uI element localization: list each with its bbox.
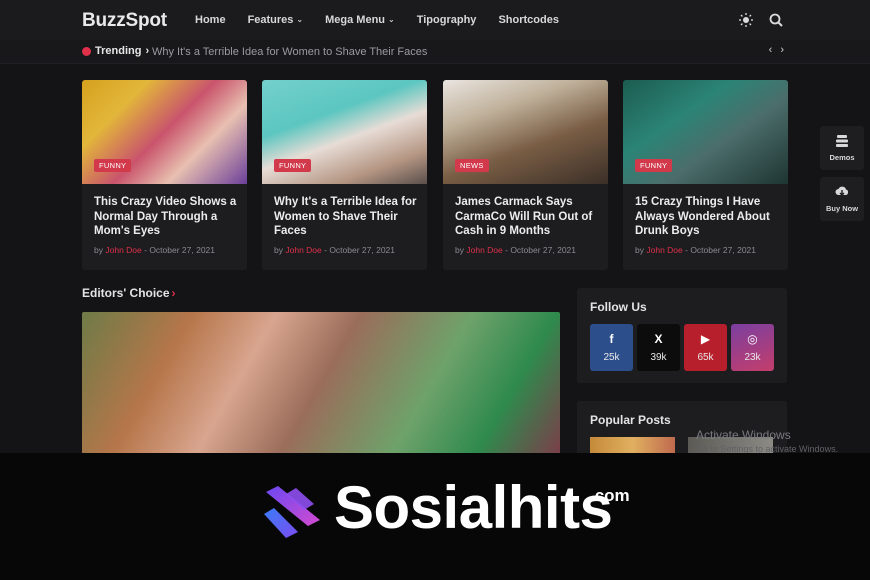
post-date: - October 27, 2021 <box>685 245 757 255</box>
post-author[interactable]: John Doe <box>285 245 321 255</box>
trending-dot-icon <box>82 46 91 56</box>
category-badge[interactable]: FUNNY <box>635 159 673 172</box>
trending-bar: Trending › Why It's a Terrible Idea for … <box>0 40 870 64</box>
header-icons <box>738 12 784 28</box>
post-card[interactable]: NEWS James Carmack Says CarmaCo Will Run… <box>443 80 608 270</box>
post-author[interactable]: John Doe <box>646 245 682 255</box>
brand-name: Sosialhits <box>334 474 613 541</box>
post-card[interactable]: FUNNY Why It's a Terrible Idea for Women… <box>262 80 427 270</box>
meta-by: by <box>274 245 283 255</box>
nav-item-mega-menu[interactable]: Mega Menu ⌄ <box>325 14 395 26</box>
post-date: - October 27, 2021 <box>144 245 216 255</box>
nav-item-label: Shortcodes <box>498 14 559 26</box>
post-card[interactable]: FUNNY This Crazy Video Shows a Normal Da… <box>82 80 247 270</box>
stack-icon <box>835 134 849 148</box>
youtube-button[interactable]: ▶ 65k <box>684 324 727 371</box>
demos-button[interactable]: Demos <box>820 126 864 170</box>
site-logo[interactable]: BuzzSpot <box>82 10 167 32</box>
follower-count: 25k <box>603 352 620 363</box>
post-author[interactable]: John Doe <box>466 245 502 255</box>
meta-by: by <box>455 245 464 255</box>
main-nav: Home Features ⌄ Mega Menu ⌄ Tipography Sho… <box>195 14 581 26</box>
trending-text: Trending <box>95 45 142 57</box>
post-meta: by John Doe - October 27, 2021 <box>274 245 395 255</box>
brand-tld: .com <box>590 486 630 505</box>
demos-label: Demos <box>829 153 855 162</box>
buy-now-button[interactable]: Buy Now <box>820 177 864 221</box>
editors-choice-heading[interactable]: Editors' Choice › <box>82 286 176 300</box>
follower-count: 39k <box>650 352 667 363</box>
chevron-right-icon: › <box>171 286 176 300</box>
chevron-down-icon: ⌄ <box>296 14 304 24</box>
follower-count: 23k <box>744 352 761 363</box>
follow-us-widget: Follow Us f 25k X 39k ▶ 65k ◎ 23k <box>577 288 787 383</box>
instagram-icon: ◎ <box>747 332 758 346</box>
trending-headline[interactable]: Why It's a Terrible Idea for Women to Sh… <box>152 46 427 58</box>
facebook-icon: f <box>609 332 614 346</box>
chevron-right-icon: › <box>145 45 150 57</box>
trending-label: Trending › <box>82 45 149 57</box>
category-badge[interactable]: NEWS <box>455 159 489 172</box>
nav-item-tipography[interactable]: Tipography <box>417 14 477 26</box>
category-badge[interactable]: FUNNY <box>274 159 312 172</box>
post-meta: by John Doe - October 27, 2021 <box>635 245 756 255</box>
buy-now-label: Buy Now <box>825 204 859 213</box>
prev-arrow-icon[interactable]: ‹ <box>769 44 773 56</box>
nav-item-shortcodes[interactable]: Shortcodes <box>498 14 559 26</box>
follower-count: 65k <box>697 352 714 363</box>
nav-item-features[interactable]: Features ⌄ <box>248 14 304 26</box>
cloud-download-icon <box>835 185 849 199</box>
facebook-button[interactable]: f 25k <box>590 324 633 371</box>
post-meta: by John Doe - October 27, 2021 <box>455 245 576 255</box>
meta-by: by <box>635 245 644 255</box>
nav-item-label: Features <box>247 14 294 26</box>
sosialhits-logo-icon <box>264 486 320 538</box>
chevron-down-icon: ⌄ <box>388 14 395 24</box>
post-title[interactable]: 15 Crazy Things I Have Always Wondered A… <box>635 195 783 239</box>
meta-by: by <box>94 245 103 255</box>
post-author[interactable]: John Doe <box>105 245 141 255</box>
post-date: - October 27, 2021 <box>324 245 396 255</box>
activate-windows-title: Activate Windows <box>696 428 791 442</box>
post-title[interactable]: Why It's a Terrible Idea for Women to Sh… <box>274 195 422 239</box>
sun-icon[interactable] <box>738 12 754 28</box>
section-title-text: Editors' Choice <box>82 286 170 300</box>
nav-item-label: Home <box>195 14 226 26</box>
nav-item-home[interactable]: Home <box>195 14 226 26</box>
featured-image[interactable] <box>82 312 560 454</box>
post-date: - October 27, 2021 <box>505 245 577 255</box>
post-card[interactable]: FUNNY 15 Crazy Things I Have Always Wond… <box>623 80 788 270</box>
category-badge[interactable]: FUNNY <box>94 159 132 172</box>
next-arrow-icon[interactable]: › <box>780 44 784 56</box>
search-icon[interactable] <box>768 12 784 28</box>
post-meta: by John Doe - October 27, 2021 <box>94 245 215 255</box>
nav-item-label: Mega Menu <box>325 14 386 26</box>
post-title[interactable]: This Crazy Video Shows a Normal Day Thro… <box>94 195 242 239</box>
top-header: BuzzSpot Home Features ⌄ Mega Menu ⌄ Tipog… <box>0 0 870 40</box>
nav-item-label: Tipography <box>416 14 477 26</box>
x-icon: X <box>654 332 663 346</box>
trending-arrows: ‹ › <box>769 44 784 56</box>
widget-title: Follow Us <box>590 300 647 314</box>
youtube-icon: ▶ <box>700 332 711 346</box>
instagram-button[interactable]: ◎ 23k <box>731 324 774 371</box>
post-title[interactable]: James Carmack Says CarmaCo Will Run Out … <box>455 195 603 239</box>
x-button[interactable]: X 39k <box>637 324 680 371</box>
widget-title: Popular Posts <box>590 413 671 427</box>
